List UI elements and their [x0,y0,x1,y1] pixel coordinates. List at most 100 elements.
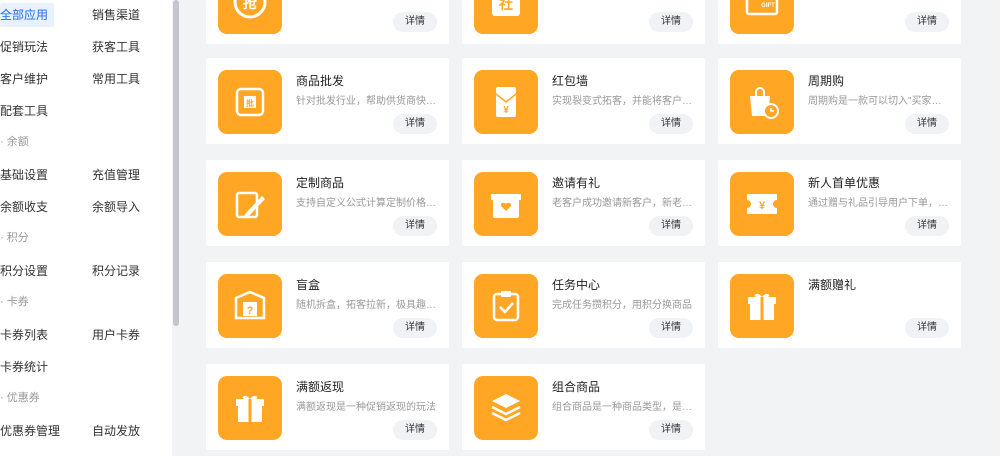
sidebar-row: 余额收支 余额导入 [0,195,172,219]
detail-button[interactable]: 详情 [393,318,437,338]
sidebar-item-5-right[interactable]: 余额导入 [92,195,140,219]
sidebar-item-8-left[interactable]: 卡券统计 [0,355,48,379]
community-icon: 社 [474,0,538,34]
app-card[interactable]: 社 详情 [462,0,705,44]
app-card[interactable]: 满额赠礼详情 [718,262,961,348]
app-card-title: 满额赠礼 [808,278,857,292]
sidebar-row: 卡券统计 [0,355,172,379]
app-card-title: 组合商品 [552,380,601,394]
detail-button[interactable]: 详情 [393,12,437,32]
app-card-desc: 通过赠与礼品引导用户下单，提升新人转化 [808,198,950,209]
sidebar: 全部应用 销售渠道促销玩法 获客工具客户维护 常用工具配套工具 · 余额基础设置 充值管理… [0,0,172,456]
task-center-icon [474,274,538,338]
app-card-title: 任务中心 [552,278,601,292]
sidebar-item-9-left[interactable]: 优惠券管理 [0,419,60,443]
sidebar-row: 基础设置 充值管理 [0,163,172,187]
sidebar-item-2-left[interactable]: 客户维护 [0,67,48,91]
blind-box-icon: ? [218,274,282,338]
app-card-grid: 抢详情社详情GIFT详情批商品批发针对批发行业，帮助供货商快速批量销售商品详情¥… [180,0,1000,456]
svg-text:¥: ¥ [503,105,509,116]
app-card-desc: 组合商品是一种商品类型，是多个商品的组合 [552,402,694,413]
periodic-purchase-icon [730,70,794,134]
sidebar-item-1-right[interactable]: 获客工具 [92,35,140,59]
app-card-title: 盲盒 [296,278,321,292]
new-user-coupon-icon: ¥ [730,172,794,236]
sidebar-item-6-left[interactable]: 积分设置 [0,259,48,283]
detail-button[interactable]: 详情 [393,216,437,236]
cashback-icon [218,376,282,440]
sidebar-group-label: · 积分 [0,232,29,244]
app-card-desc: 周期购是一款可以切入"买家一次下单多次配送" [808,96,950,107]
sidebar-row: 卡券列表 用户卡券 [0,323,172,347]
app-card-title: 定制商品 [296,176,345,190]
sidebar-item-1-left[interactable]: 促销玩法 [0,35,48,59]
detail-button[interactable]: 详情 [649,318,693,338]
sidebar-group-label: · 卡券 [0,296,29,308]
scrollbar-thumb[interactable] [173,0,179,326]
app-card-desc: 满额返现是一种促销返现的玩法 [296,402,436,413]
app-card-title: 新人首单优惠 [808,176,881,190]
bundle-goods-icon [474,376,538,440]
sidebar-item-2-right[interactable]: 常用工具 [92,67,140,91]
detail-button[interactable]: 详情 [393,114,437,134]
detail-button[interactable]: 详情 [649,114,693,134]
sidebar-item-0-right[interactable]: 销售渠道 [92,3,140,27]
custom-goods-icon [218,172,282,236]
svg-text:?: ? [247,305,254,317]
sidebar-group-label: · 余额 [0,136,29,148]
sidebar-item-7-left[interactable]: 卡券列表 [0,323,48,347]
detail-button[interactable]: 详情 [649,420,693,440]
app-card-title: 商品批发 [296,74,345,88]
sidebar-row: 促销玩法 获客工具 [0,35,172,59]
app-card-title: 红包墙 [552,74,589,88]
sidebar-row: 配套工具 [0,99,172,123]
app-card[interactable]: 邀请有礼老客户成功邀请新客户，新老客户均可获得奖励详情 [462,160,705,246]
sidebar-item-3-left[interactable]: 配套工具 [0,99,48,123]
sidebar-item-4-right[interactable]: 充值管理 [92,163,140,187]
sidebar-item-5-left[interactable]: 余额收支 [0,195,48,219]
detail-button[interactable]: 详情 [905,318,949,338]
app-card[interactable]: 定制商品支持自定义公式计算定制价格的商品详情 [206,160,449,246]
red-envelope-icon: ¥ [474,70,538,134]
app-card-title: 满额返现 [296,380,345,394]
detail-button[interactable]: 详情 [649,12,693,32]
app-card[interactable]: 周期购周期购是一款可以切入"买家一次下单多次配送" 详情 [718,58,961,144]
sidebar-group-label: · 优惠券 [0,392,40,404]
app-card[interactable]: 抢详情 [206,0,449,44]
detail-button[interactable]: 详情 [905,12,949,32]
app-card-desc: 完成任务攒积分，用积分换商品 [552,300,692,311]
sidebar-row: 积分设置 积分记录 [0,259,172,283]
app-card-desc: 支持自定义公式计算定制价格的商品 [296,198,438,209]
app-card[interactable]: GIFT 详情 [718,0,961,44]
svg-text:¥: ¥ [759,200,766,212]
svg-text:批: 批 [246,98,254,108]
sidebar-item-0-left[interactable]: 全部应用 [0,3,55,27]
sidebar-item-4-left[interactable]: 基础设置 [0,163,48,187]
app-card-title: 邀请有礼 [552,176,601,190]
sidebar-row: 优惠券管理 自动发放 [0,419,172,443]
wholesale-icon: 批 [218,70,282,134]
full-gift-icon [730,274,794,338]
app-card-desc: 随机拆盒，拓客拉新，极具趣味性 [296,300,438,311]
sidebar-item-6-right[interactable]: 积分记录 [92,259,140,283]
sidebar-row: 全部应用 销售渠道 [0,3,172,27]
app-card[interactable]: 批 商品批发针对批发行业，帮助供货商快速批量销售商品详情 [206,58,449,144]
sidebar-row: 客户维护 常用工具 [0,67,172,91]
sidebar-scrollbar[interactable] [172,0,180,456]
app-card[interactable]: 组合商品组合商品是一种商品类型，是多个商品的组合详情 [462,364,705,450]
sidebar-item-7-right[interactable]: 用户卡券 [92,323,140,347]
app-card[interactable]: 满额返现满额返现是一种促销返现的玩法详情 [206,364,449,450]
sidebar-item-9-right[interactable]: 自动发放 [92,419,140,443]
app-card[interactable]: ¥ 新人首单优惠通过赠与礼品引导用户下单，提升新人转化详情 [718,160,961,246]
app-card[interactable]: 任务中心完成任务攒积分，用积分换商品详情 [462,262,705,348]
app-card[interactable]: ? 盲盒随机拆盒，拓客拉新，极具趣味性详情 [206,262,449,348]
detail-button[interactable]: 详情 [905,114,949,134]
svg-text:抢: 抢 [243,0,258,11]
detail-button[interactable]: 详情 [649,216,693,236]
svg-text:GIFT: GIFT [761,3,775,9]
app-card-title: 周期购 [808,74,845,88]
app-card-desc: 针对批发行业，帮助供货商快速批量销售商品 [296,96,438,107]
app-card[interactable]: ¥ 红包墙 实现裂变式拓客，并能将客户沉淀 详情 [462,58,705,144]
detail-button[interactable]: 详情 [905,216,949,236]
detail-button[interactable]: 详情 [393,420,437,440]
